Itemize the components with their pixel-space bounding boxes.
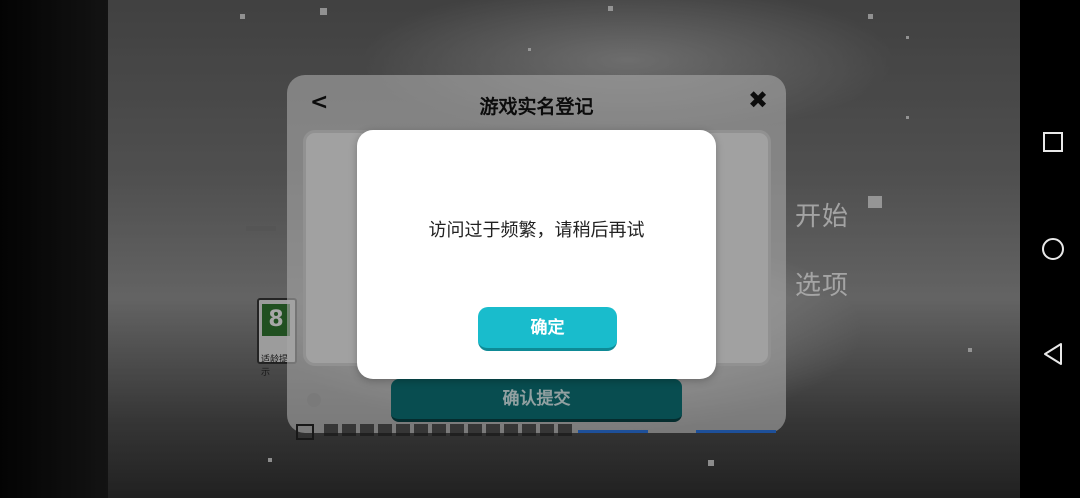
alert-message: 访问过于频繁，请稍后再试 [428,220,645,241]
confirm-button[interactable]: 确定 [478,307,617,351]
recent-apps-icon[interactable] [1041,130,1065,154]
back-nav-icon[interactable] [1041,342,1065,366]
screen: 开始 选项 8 适龄提示 < 游戏实名登记 ✖ 确认提交 访问过于频繁，请稍后再… [0,0,1080,498]
alert-dialog: 访问过于频繁，请稍后再试 确定 [357,130,716,379]
home-icon[interactable] [1041,237,1065,261]
